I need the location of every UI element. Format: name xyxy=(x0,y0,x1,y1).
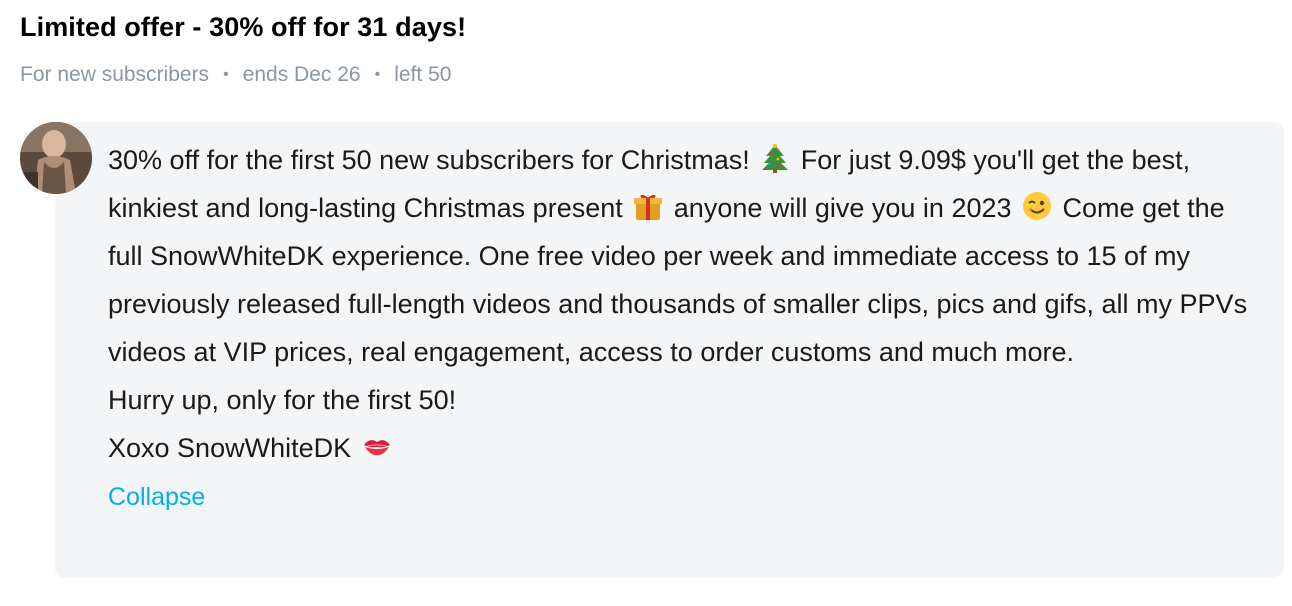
offer-audience: For new subscribers xyxy=(20,63,210,86)
winking-face-icon xyxy=(1021,190,1053,222)
offer-end-date: ends Dec 26 xyxy=(242,63,361,86)
message-body: 30% off for the first 50 new subscribers… xyxy=(108,136,1258,520)
christmas-tree-icon xyxy=(759,142,791,174)
offer-message-card: 30% off for the first 50 new subscribers… xyxy=(55,122,1284,578)
collapse-link[interactable]: Collapse xyxy=(108,474,205,520)
message-text-segment: anyone will give you in 2023 xyxy=(673,193,1012,223)
message-paragraph: 30% off for the first 50 new subscribers… xyxy=(108,136,1258,376)
offer-remaining-count: left 50 xyxy=(394,63,452,86)
meta-separator: • xyxy=(374,66,381,83)
message-paragraph: Hurry up, only for the first 50! xyxy=(108,385,457,415)
meta-separator: • xyxy=(223,66,229,83)
message-text-segment: 30% off for the first 50 new subscribers… xyxy=(108,145,750,175)
message-paragraph: Xoxo SnowWhiteDK xyxy=(108,424,1258,472)
offer-header: Limited offer - 30% off for 31 days! For… xyxy=(20,8,1272,92)
avatar-image xyxy=(20,122,92,194)
kiss-mark-icon xyxy=(361,430,393,462)
avatar[interactable] xyxy=(20,122,92,194)
gift-icon xyxy=(632,190,664,222)
offer-meta: For new subscribers • ends Dec 26 • left 50 xyxy=(20,60,1272,92)
message-signature: Xoxo SnowWhiteDK xyxy=(108,433,352,463)
offer-title: Limited offer - 30% off for 31 days! xyxy=(20,12,467,42)
